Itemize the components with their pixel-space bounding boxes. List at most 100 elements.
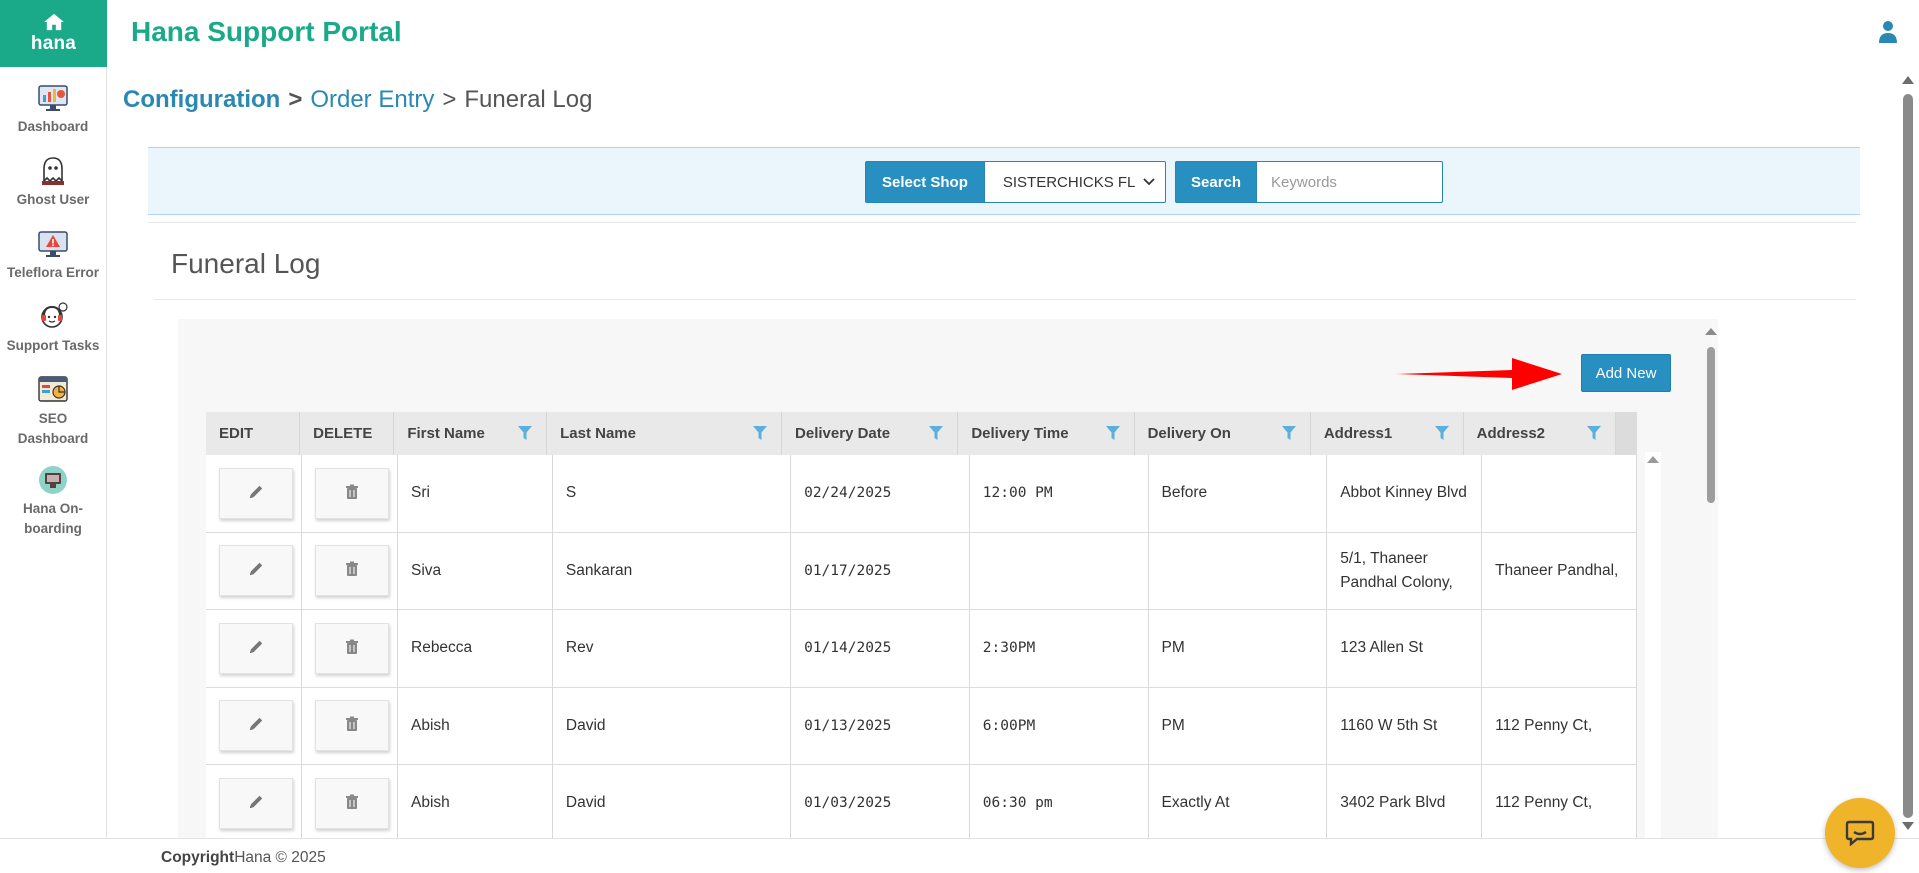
- sidebar-item-label: Teleflora Error: [6, 265, 100, 280]
- column-header-address2[interactable]: Address2: [1464, 412, 1617, 455]
- sidebar-item-label: SEO Dashboard: [17, 411, 89, 446]
- table-row: Siva Sankaran 01/17/2025 5/1, Thaneer Pa…: [206, 532, 1637, 610]
- edit-button[interactable]: [219, 700, 293, 752]
- filter-icon[interactable]: [1587, 426, 1602, 441]
- filter-icon[interactable]: [1281, 426, 1296, 441]
- user-account-icon[interactable]: [1878, 20, 1898, 44]
- column-header-first-name[interactable]: First Name: [394, 412, 548, 455]
- sidebar-item-seo-dashboard[interactable]: SEO Dashboard: [0, 373, 106, 449]
- table-scrollbar[interactable]: [1645, 452, 1661, 838]
- cell-address2: 112 Penny Ct,: [1482, 765, 1637, 838]
- pencil-icon: [250, 563, 263, 576]
- delete-button[interactable]: [315, 777, 389, 829]
- filter-icon[interactable]: [753, 426, 768, 441]
- column-header-label: Delivery Time: [971, 425, 1069, 442]
- add-new-button[interactable]: Add New: [1581, 354, 1671, 392]
- divider: [154, 299, 1856, 300]
- chat-icon: [1845, 820, 1875, 846]
- cell-address2: Thaneer Pandhal,: [1482, 532, 1637, 609]
- trash-icon: [346, 716, 358, 732]
- trash-icon: [346, 794, 358, 809]
- delete-cell: [302, 610, 398, 687]
- brand-home-link[interactable]: hana: [0, 0, 107, 67]
- page-scrollbar[interactable]: [1899, 70, 1917, 838]
- breadcrumb-separator: >: [288, 86, 303, 113]
- cell-address1: Abbot Kinney Blvd: [1327, 455, 1483, 532]
- delete-cell: [302, 532, 398, 609]
- table-header: EDIT DELETE First Name Last Name Deliver…: [206, 412, 1637, 455]
- cell-first-name: Sri: [398, 455, 553, 532]
- column-header-delivery-time[interactable]: Delivery Time: [958, 412, 1135, 455]
- column-header-delivery-date[interactable]: Delivery Date: [782, 412, 959, 455]
- shop-select-dropdown[interactable]: SISTERCHICKS FL: [984, 161, 1166, 203]
- table-row: Abish David 01/03/2025 06:30 pm Exactly …: [206, 765, 1637, 838]
- cell-first-name: Siva: [398, 532, 553, 609]
- grid-panel-scrollbar[interactable]: [1702, 325, 1720, 838]
- column-header-label: EDIT: [219, 425, 254, 442]
- edit-button[interactable]: [219, 467, 293, 519]
- pencil-icon: [250, 795, 263, 808]
- delete-button[interactable]: [315, 622, 389, 674]
- search-label[interactable]: Search: [1175, 161, 1258, 203]
- edit-cell: [206, 610, 302, 687]
- onboarding-icon: [36, 463, 70, 497]
- delete-button[interactable]: [315, 545, 389, 597]
- cell-last-name: S: [553, 455, 792, 532]
- delete-cell: [302, 765, 398, 838]
- sidebar-item-hana-onboarding[interactable]: Hana On-boarding: [0, 463, 106, 539]
- cell-delivery-date: 02/24/2025: [791, 455, 970, 532]
- delete-button[interactable]: [315, 467, 389, 519]
- filter-icon[interactable]: [929, 426, 944, 441]
- column-header-edit[interactable]: EDIT: [206, 412, 301, 455]
- breadcrumb-configuration[interactable]: Configuration: [123, 86, 280, 113]
- filter-icon[interactable]: [518, 426, 533, 441]
- cell-delivery-date: 01/13/2025: [791, 687, 970, 764]
- delete-cell: [302, 687, 398, 764]
- footer: CopyrightHana © 2025: [0, 838, 1919, 873]
- cell-delivery-on: Before: [1149, 455, 1328, 532]
- cell-address1: 5/1, Thaneer Pandhal Colony,: [1327, 532, 1483, 609]
- breadcrumb-separator: >: [442, 86, 457, 113]
- column-header-delivery-on[interactable]: Delivery On: [1135, 412, 1311, 455]
- breadcrumb-order-entry[interactable]: Order Entry: [310, 86, 434, 113]
- sidebar-item-teleflora-error[interactable]: Teleflora Error: [0, 227, 106, 283]
- cell-delivery-date: 01/03/2025: [791, 765, 970, 838]
- sidebar-item-support-tasks[interactable]: Support Tasks: [0, 300, 106, 356]
- sidebar-item-label: Dashboard: [17, 119, 89, 134]
- table-row: Sri S 02/24/2025 12:00 PM Before Abbot K…: [206, 455, 1637, 533]
- delete-button[interactable]: [315, 700, 389, 752]
- cell-delivery-time: 06:30 pm: [970, 765, 1149, 838]
- cell-delivery-date: 01/14/2025: [791, 610, 970, 687]
- edit-button[interactable]: [219, 777, 293, 829]
- column-header-delete[interactable]: DELETE: [300, 412, 395, 455]
- column-header-last-name[interactable]: Last Name: [547, 412, 783, 455]
- dashboard-icon: [36, 81, 70, 115]
- cell-first-name: Abish: [398, 687, 553, 764]
- search-input[interactable]: [1257, 161, 1444, 203]
- cell-delivery-on: [1149, 532, 1328, 609]
- sidebar: hana Dashboard Ghost User Teleflora Erro…: [0, 0, 107, 838]
- sidebar-item-dashboard[interactable]: Dashboard: [0, 81, 106, 137]
- column-header-address1[interactable]: Address1: [1311, 412, 1464, 455]
- edit-button[interactable]: [219, 545, 293, 597]
- shop-select-value: SISTERCHICKS FL: [1002, 173, 1136, 191]
- table-row: Rebecca Rev 01/14/2025 2:30PM PM 123 All…: [206, 610, 1637, 688]
- chat-widget-button[interactable]: [1825, 798, 1895, 868]
- copyright-label: Copyright: [161, 849, 235, 866]
- support-icon: [36, 300, 70, 334]
- cell-address1: 1160 W 5th St: [1327, 687, 1483, 764]
- trash-icon: [346, 639, 358, 654]
- cell-address2: 112 Penny Ct,: [1482, 687, 1637, 764]
- header-scroll-spacer: [1616, 412, 1637, 455]
- edit-button[interactable]: [219, 622, 293, 674]
- sidebar-item-ghost-user[interactable]: Ghost User: [0, 154, 106, 210]
- filter-icon[interactable]: [1434, 426, 1449, 441]
- cell-delivery-time: 12:00 PM: [970, 455, 1149, 532]
- pencil-icon: [250, 485, 263, 498]
- cell-address1: 123 Allen St: [1327, 610, 1483, 687]
- filter-bar: Select Shop SISTERCHICKS FL Search: [148, 147, 1860, 215]
- column-header-label: First Name: [407, 425, 485, 442]
- filter-icon[interactable]: [1105, 426, 1120, 441]
- column-header-label: Last Name: [560, 425, 636, 442]
- breadcrumb: Configuration > Order Entry > Funeral Log: [123, 86, 592, 114]
